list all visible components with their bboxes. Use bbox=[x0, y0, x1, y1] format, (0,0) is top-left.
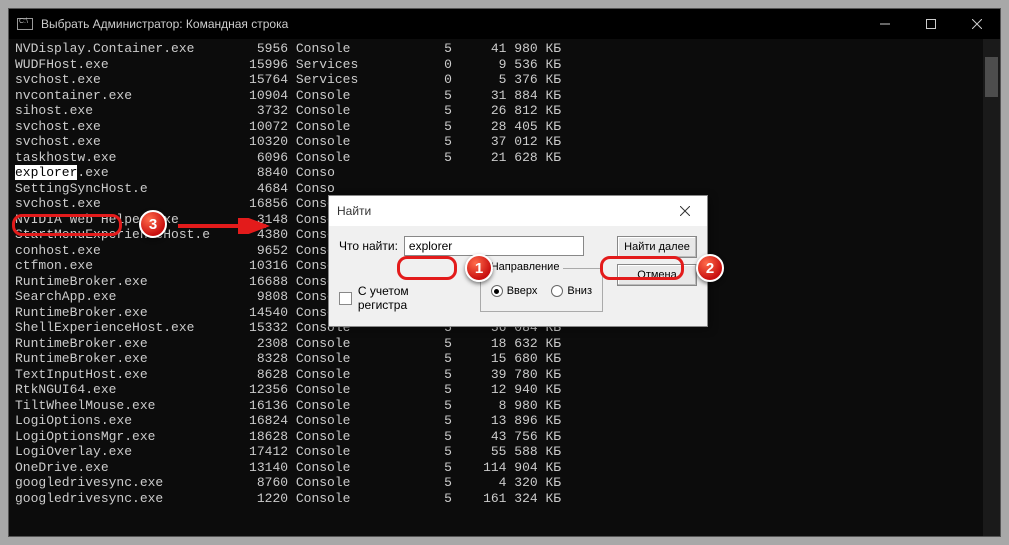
match-case-checkbox[interactable] bbox=[339, 292, 352, 305]
direction-down-radio[interactable] bbox=[551, 285, 563, 297]
direction-legend: Направление bbox=[487, 261, 564, 273]
direction-up-label: Вверх bbox=[507, 285, 538, 297]
match-case-label: С учетом регистра bbox=[358, 284, 460, 312]
direction-up-radio[interactable] bbox=[491, 285, 503, 297]
find-close-button[interactable] bbox=[665, 197, 705, 225]
titlebar[interactable]: C:\ Выбрать Администратор: Командная стр… bbox=[9, 9, 1000, 39]
minimize-button[interactable] bbox=[862, 9, 908, 39]
find-input[interactable] bbox=[404, 236, 584, 256]
scrollbar-thumb[interactable] bbox=[985, 57, 998, 97]
cmd-icon: C:\ bbox=[17, 18, 33, 30]
find-what-label: Что найти: bbox=[339, 239, 398, 253]
maximize-button[interactable] bbox=[908, 9, 954, 39]
scrollbar[interactable] bbox=[983, 39, 1000, 536]
find-next-button[interactable]: Найти далее bbox=[617, 236, 697, 258]
find-dialog: Найти Что найти: С учетом регистра Напра… bbox=[328, 195, 708, 327]
close-button[interactable] bbox=[954, 9, 1000, 39]
cancel-button[interactable]: Отмена bbox=[617, 264, 697, 286]
find-titlebar[interactable]: Найти bbox=[329, 196, 707, 226]
window-title: Выбрать Администратор: Командная строка bbox=[41, 17, 862, 31]
find-title: Найти bbox=[337, 204, 665, 218]
direction-down-label: Вниз bbox=[567, 285, 592, 297]
